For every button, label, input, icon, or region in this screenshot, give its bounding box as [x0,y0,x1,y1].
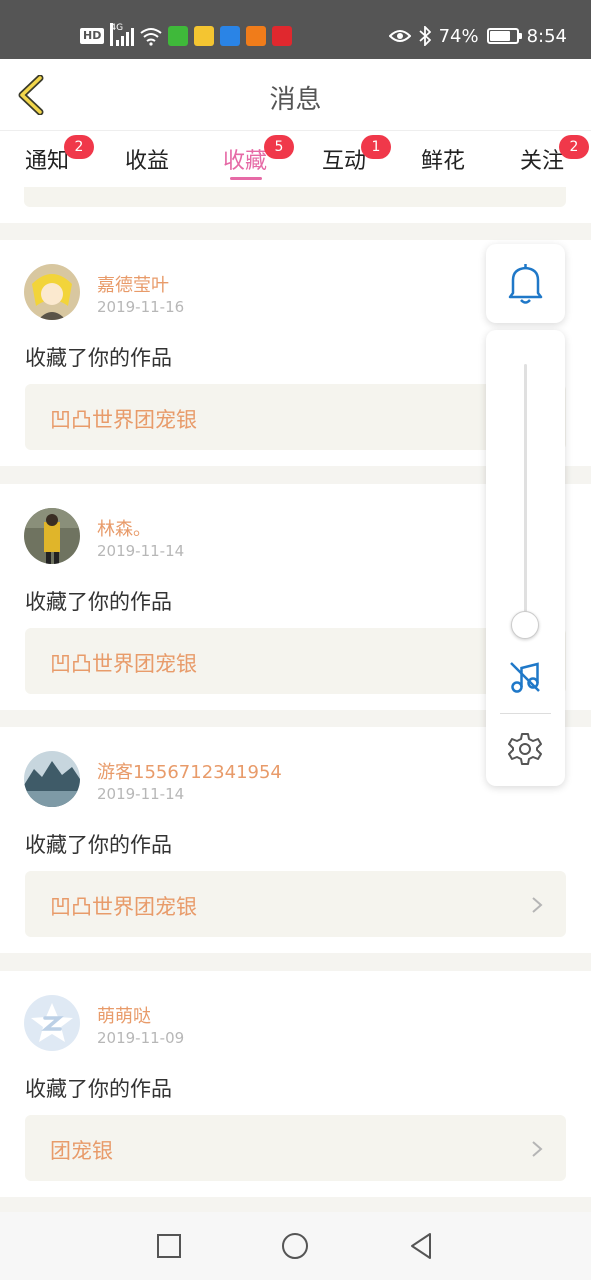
wifi-icon [140,28,162,46]
tab-label: 鲜花 [420,149,465,174]
volume-slider-thumb[interactable] [511,611,539,639]
tab-label: 关注 [519,149,564,174]
work-title: 团宠银 [50,1139,113,1163]
work-link[interactable]: 凹凸世界团宠银 [25,871,566,937]
tab-flowers[interactable]: 鲜花 [408,143,478,175]
panel-divider [500,713,551,714]
eye-icon [388,30,411,42]
work-link[interactable]: 凹凸世界团宠银 [25,628,566,694]
status-bar-left: HD 4G [80,23,293,48]
tab-label: 收藏 [222,149,267,174]
message-date: 2019-11-14 [97,785,185,803]
header: 消息 [0,59,591,131]
tab-label: 互动 [321,149,366,174]
tab-earnings[interactable]: 收益 [112,143,182,175]
notification-button[interactable] [486,244,565,323]
avatar[interactable] [24,508,80,564]
tab-notifications[interactable]: 通知 2 [12,135,94,175]
tab-badge: 1 [361,135,391,159]
message-text: 收藏了你的作品 [25,833,172,857]
message-text: 收藏了你的作品 [25,1077,172,1101]
media-control-panel [486,330,565,786]
browser-app-icon [220,26,241,46]
tab-interactions[interactable]: 互动 1 [309,135,391,175]
work-link[interactable]: 团宠银 [25,1115,566,1181]
battery-icon [486,28,522,44]
default-avatar-icon [24,995,80,1051]
message-card: 萌萌哒 2019-11-09 收藏了你的作品 团宠银 [0,971,591,1197]
tab-badge: 5 [264,135,294,159]
tab-badge: 2 [64,135,94,159]
message-date: 2019-11-09 [97,1029,185,1047]
tab-favorites[interactable]: 收藏 5 [210,135,294,175]
back-icon[interactable] [405,1230,437,1262]
bluetooth-icon [418,26,431,46]
avatar[interactable] [24,995,80,1051]
work-title: 凹凸世界团宠银 [50,895,197,919]
music-off-icon[interactable] [508,660,542,694]
message-date: 2019-11-14 [97,542,185,560]
status-bar: HD 4G 74% 8:54 [0,0,591,59]
username[interactable]: 林森。 [97,515,151,541]
network-type: 4G [110,23,123,46]
home-icon[interactable] [279,1230,311,1262]
username[interactable]: 嘉德莹叶 [97,271,169,297]
tab-label: 收益 [124,149,169,174]
clock: 8:54 [526,25,567,47]
volume-slider[interactable] [524,364,527,626]
tab-label: 通知 [24,149,69,174]
message-text: 收藏了你的作品 [25,590,172,614]
battery-percent: 74% [438,25,479,47]
page-title: 消息 [269,85,322,115]
gear-icon[interactable] [507,731,543,767]
work-title: 凹凸世界团宠银 [50,408,197,432]
bell-icon [508,264,543,304]
avatar[interactable] [24,264,80,320]
message-text: 收藏了你的作品 [25,346,172,370]
system-nav-bar [0,1212,591,1280]
iqiyi-app-icon [168,26,189,46]
username[interactable]: 游客1556712341954 [97,758,282,784]
status-bar-right: 74% 8:54 [388,24,567,48]
tab-bar: 通知 2 收益 收藏 5 互动 1 鲜花 关注 2 [0,131,591,187]
work-link[interactable]: 凹凸世界团宠银 [25,384,566,450]
avatar[interactable] [24,751,80,807]
work-box-remnant[interactable] [24,187,566,207]
active-tab-indicator [230,177,262,180]
hd-icon: HD [80,28,105,44]
username[interactable]: 萌萌哒 [97,1002,151,1028]
weather-app-icon [194,26,215,46]
chevron-right-icon [532,897,543,913]
tab-badge: 2 [559,135,589,159]
signal-icon: 4G [110,23,135,46]
recent-apps-icon[interactable] [153,1230,185,1262]
chevron-right-icon [532,1141,543,1157]
game-app-icon [272,26,293,46]
work-title: 凹凸世界团宠银 [50,652,197,676]
taobao-app-icon [246,26,267,46]
message-date: 2019-11-16 [97,298,185,316]
tab-following[interactable]: 关注 2 [507,135,589,175]
